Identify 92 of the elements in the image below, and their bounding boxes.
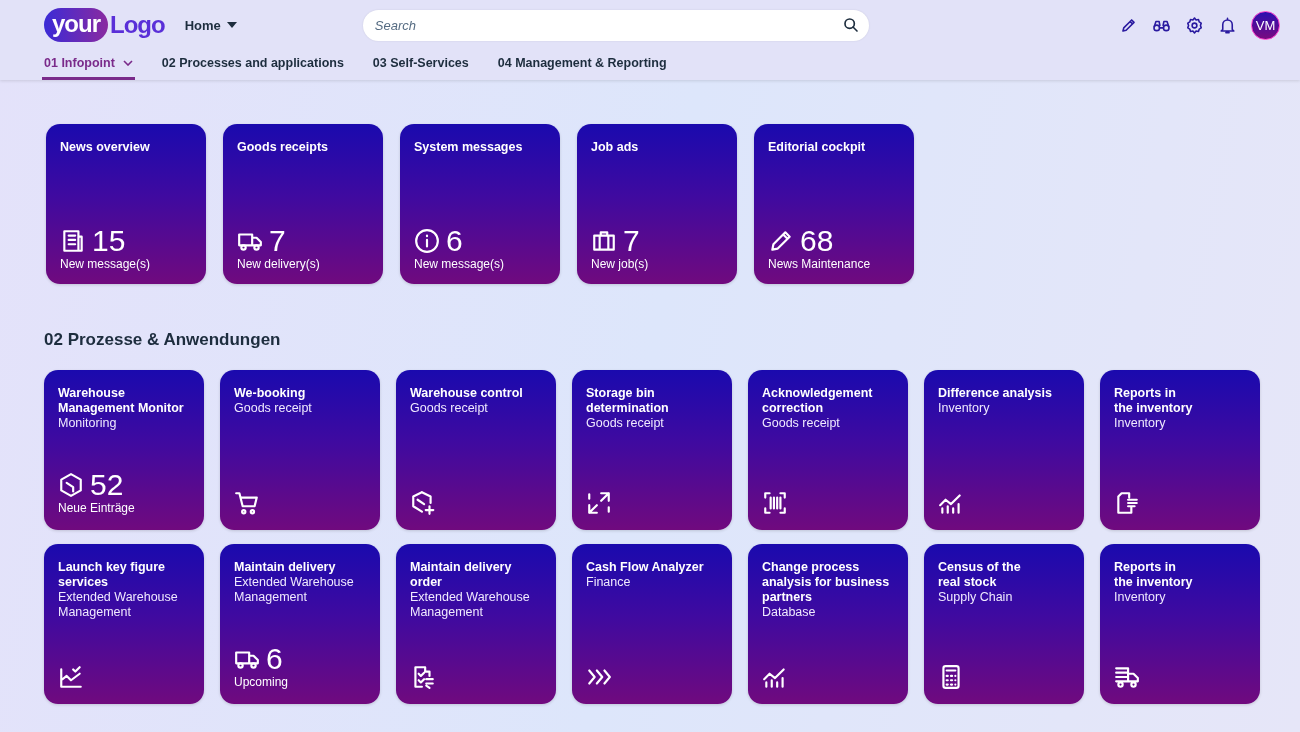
nav-tab[interactable]: 01 Infopoint [42, 50, 135, 80]
nav-tab[interactable]: 03 Self-Services [370, 50, 471, 80]
nav-tab[interactable]: 04 Management & Reporting [495, 50, 669, 80]
app-tile[interactable]: Reports in the inventory Inventory [1100, 544, 1260, 704]
tile-subtitle: Inventory [1114, 416, 1167, 431]
app-tile[interactable]: Census of the real stock Supply Chain [924, 544, 1084, 704]
barcode-icon [762, 490, 788, 516]
tile-subtitle: Extended Warehouse Management [58, 590, 179, 620]
section-title: 02 Prozesse & Anwendungen [44, 330, 282, 350]
tile-title: System messages [414, 140, 524, 155]
kpi-unit: Upcoming [234, 675, 290, 690]
tile-title: Census of the real stock [938, 560, 1022, 590]
tile-subtitle: Supply Chain [938, 590, 1014, 605]
kpi-value: 7 [269, 226, 286, 256]
kpi-value: 6 [266, 644, 283, 674]
kpi-value: 68 [800, 226, 834, 256]
tile-title: Cash Flow Analyzer [586, 560, 705, 575]
app-tile[interactable]: Maintain delivery order Extended Warehouse Management [396, 544, 556, 704]
tile-subtitle: Goods receipt [234, 401, 313, 416]
tile-title: Warehouse control [410, 386, 524, 401]
kpi-unit: New delivery(s) [237, 257, 321, 272]
tile-subtitle: Goods receipt [762, 416, 841, 431]
user-avatar[interactable]: VM [1251, 10, 1280, 40]
kpi-value: 7 [623, 226, 640, 256]
tile-subtitle: Goods receipt [586, 416, 665, 431]
tile-subtitle: Goods receipt [410, 401, 489, 416]
tile-title: Reports in the inventory [1114, 386, 1194, 416]
tile-title: Warehouse Management Monitor [58, 386, 185, 416]
tile-title: Goods receipts [237, 140, 329, 155]
logo-text: Logo [110, 11, 165, 39]
info-icon [414, 228, 440, 254]
tile-title: Storage bin determination [586, 386, 670, 416]
briefcase-icon [591, 228, 617, 254]
app-tile[interactable]: Launch key figure services Extended Warehouse Management [44, 544, 204, 704]
kpi-unit: Neue Einträge [58, 501, 136, 516]
tile-subtitle: Extended Warehouse Management [410, 590, 531, 620]
app-tile[interactable]: Warehouse Management Monitor Monitoring 52 Neue Einträge [44, 370, 204, 530]
app-tile[interactable]: Storage bin determination Goods receipt [572, 370, 732, 530]
caret-icon [226, 22, 237, 28]
kpi-unit: New job(s) [591, 257, 650, 272]
notification-bell-icon[interactable] [1218, 15, 1237, 35]
kpi-value: 6 [446, 226, 463, 256]
chart-check-icon [58, 664, 84, 690]
nav-tab[interactable]: 02 Processes and applications [159, 50, 346, 80]
app-tile[interactable]: Reports in the inventory Inventory [1100, 370, 1260, 530]
expand-arrows-icon [586, 490, 612, 516]
logo-badge: your [44, 8, 108, 42]
tile-title: News overview [60, 140, 151, 155]
search-field[interactable]: Search [362, 9, 869, 41]
tile-subtitle: Inventory [938, 401, 991, 416]
home-menu[interactable]: Home [184, 17, 237, 33]
app-tile[interactable]: System messages 6 New message(s) [400, 124, 560, 284]
tile-subtitle: Database [762, 605, 817, 620]
tile-title: Reports in the inventory [1114, 560, 1194, 590]
news-document-icon [60, 228, 86, 254]
tile-title: Editorial cockpit [768, 140, 867, 155]
app-tile[interactable]: Maintain delivery Extended Warehouse Management 6 Upcoming [220, 544, 380, 704]
tile-title: Maintain delivery [234, 560, 337, 575]
kpi-unit: News Maintenance [768, 257, 872, 272]
kpi-value: 52 [90, 470, 124, 500]
app-tile[interactable]: Difference analysis Inventory [924, 370, 1084, 530]
tile-subtitle: Inventory [1114, 590, 1167, 605]
tile-title: Acknowledgement correction [762, 386, 874, 416]
app-tile[interactable]: Acknowledgement correction Goods receipt [748, 370, 908, 530]
app-tile[interactable]: News overview 15 New message(s) [46, 124, 206, 284]
tile-subtitle: Finance [586, 575, 632, 590]
tile-subtitle: Extended Warehouse Management [234, 575, 355, 605]
tile-subtitle: Monitoring [58, 416, 118, 431]
app-tile[interactable]: Cash Flow Analyzer Finance [572, 544, 732, 704]
tile-title: Launch key figure services [58, 560, 166, 590]
kpi-unit: New message(s) [60, 257, 152, 272]
pencil-icon [768, 228, 794, 254]
tile-title: We-booking [234, 386, 307, 401]
document-list-icon [1114, 490, 1140, 516]
app-tile[interactable]: Goods receipts 7 New delivery(s) [223, 124, 383, 284]
search-icon[interactable] [842, 16, 859, 33]
app-tile[interactable]: Warehouse control Goods receipt [396, 370, 556, 530]
tile-title: Difference analysis [938, 386, 1053, 401]
kpi-value: 15 [92, 226, 126, 256]
tile-title: Job ads [591, 140, 640, 155]
shopping-cart-icon [234, 490, 260, 516]
app-tile[interactable]: Editorial cockpit 68 News Maintenance [754, 124, 914, 284]
tile-title: Maintain delivery order [410, 560, 513, 590]
kpi-unit: New message(s) [414, 257, 506, 272]
list-truck-icon [1114, 664, 1140, 690]
tile-title: Change process analysis for business partners [762, 560, 891, 605]
app-tile[interactable]: Job ads 7 New job(s) [577, 124, 737, 284]
settings-icon[interactable] [1185, 15, 1204, 35]
app-tile[interactable]: We-booking Goods receipt [220, 370, 380, 530]
app-tile[interactable]: Change process analysis for business partners Database [748, 544, 908, 704]
box-plus-icon [410, 490, 436, 516]
hexagon-box-icon [58, 472, 84, 498]
